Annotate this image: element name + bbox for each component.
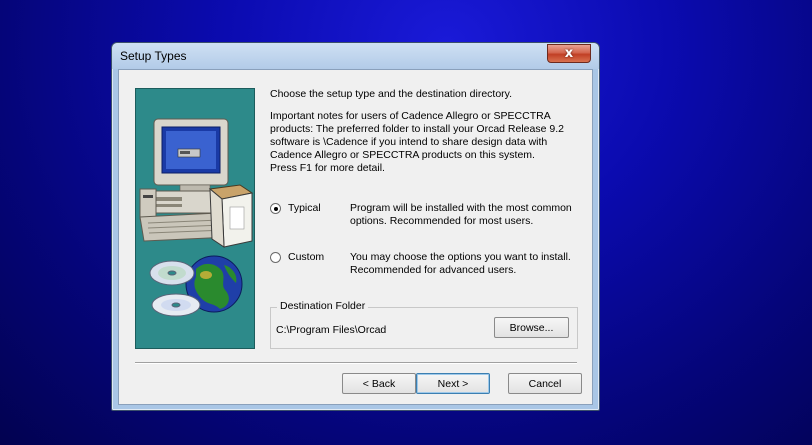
dialog-client-area: Choose the setup type and the destinatio… — [118, 69, 593, 405]
instructions: Choose the setup type and the destinatio… — [270, 88, 585, 175]
browse-button[interactable]: Browse... — [494, 317, 569, 338]
notes-text: Important notes for users of Cadence All… — [270, 110, 564, 174]
destination-folder-group: Destination Folder C:\Program Files\Orca… — [270, 300, 578, 349]
custom-description: You may choose the options you want to i… — [350, 251, 571, 276]
button-separator — [135, 362, 577, 364]
title-bar[interactable]: Setup Types x — [112, 43, 599, 69]
destination-path: C:\Program Files\Orcad — [276, 324, 387, 336]
radio-custom-label[interactable]: Custom — [288, 251, 324, 263]
next-button[interactable]: Next > — [416, 373, 490, 394]
radio-typical-label[interactable]: Typical — [288, 202, 321, 214]
back-button[interactable]: < Back — [342, 373, 416, 394]
radio-custom[interactable] — [270, 252, 281, 263]
intro-text: Choose the setup type and the destinatio… — [270, 88, 513, 100]
close-button[interactable]: x — [547, 44, 591, 63]
close-icon: x — [564, 46, 574, 61]
computer-illustration — [139, 118, 254, 317]
setup-types-window: Setup Types x Choose the setup type and … — [111, 42, 600, 411]
setup-illustration — [135, 88, 255, 349]
radio-typical[interactable] — [270, 203, 281, 214]
window-title: Setup Types — [120, 49, 187, 63]
box-icon — [208, 184, 254, 248]
cancel-button[interactable]: Cancel — [508, 373, 582, 394]
destination-folder-legend: Destination Folder — [277, 300, 369, 312]
typical-description: Program will be installed with the most … — [350, 202, 572, 227]
